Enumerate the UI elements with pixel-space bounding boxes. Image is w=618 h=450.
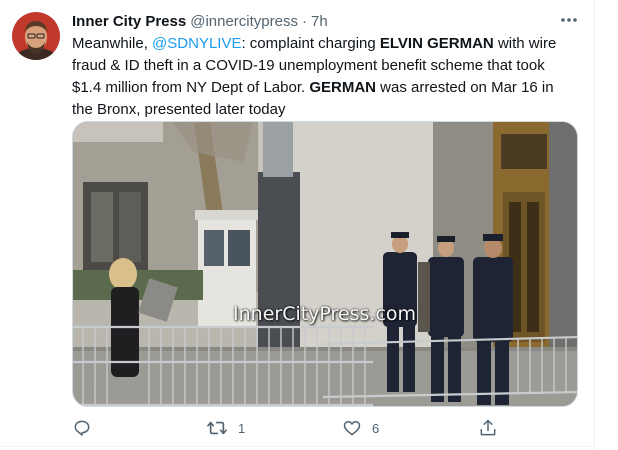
author-handle[interactable]: @innercitypress <box>190 13 298 30</box>
text-span: $1.4 million from NY Dept of Labor. <box>72 79 310 96</box>
tweet-text-line-2: fraud & ID theft in a COVID-19 unemploym… <box>72 57 545 74</box>
avatar-image <box>12 12 60 60</box>
bold-text: ELVIN GERMAN <box>379 35 494 52</box>
text-span: with wire <box>493 35 557 52</box>
tweet-media-photo[interactable]: InnerCityPress.com <box>72 121 578 407</box>
text-span: Meanwhile, <box>72 35 153 52</box>
author-name[interactable]: Inner City Press <box>72 13 186 30</box>
timeline-divider <box>594 0 595 450</box>
share-icon <box>480 419 496 436</box>
retweet-icon <box>207 421 227 435</box>
header-separator: · <box>301 12 307 30</box>
share-button[interactable] <box>478 417 498 439</box>
tweet-text-line-1: Meanwhile, @SDNYLIVE: complaint charging… <box>72 33 572 55</box>
tweet-text: Meanwhile, @SDNYLIVE: complaint charging… <box>72 33 572 121</box>
street-scene-image <box>73 122 577 406</box>
reply-icon <box>74 420 90 436</box>
author-avatar[interactable] <box>12 12 60 60</box>
bold-text: GERMAN <box>309 79 377 96</box>
tweet-timestamp[interactable]: 7h <box>311 13 328 30</box>
retweet-count: 1 <box>238 420 246 436</box>
text-span: was arrested on Mar 16 in <box>376 79 554 96</box>
like-count: 6 <box>372 420 380 436</box>
tweet-action-bar: 1 6 <box>72 417 512 439</box>
retweet-button[interactable]: 1 <box>206 417 245 439</box>
like-button[interactable]: 6 <box>342 417 379 439</box>
tweet-text-line-4: the Bronx, presented later today <box>72 101 286 118</box>
photo-watermark: InnerCityPress.com <box>233 303 417 325</box>
tweet-divider <box>0 446 594 447</box>
mention-link[interactable]: @SDNYLIVE <box>152 35 241 52</box>
more-button[interactable] <box>556 10 582 30</box>
tweet-text-line-3: $1.4 million from NY Dept of Labor. GERM… <box>72 77 572 99</box>
more-horizontal-icon <box>561 18 577 22</box>
reply-button[interactable] <box>72 417 102 439</box>
heart-icon <box>343 421 361 436</box>
text-span: : complaint charging <box>241 35 380 52</box>
tweet-header: Inner City Press @innercitypress · 7h <box>72 11 328 31</box>
